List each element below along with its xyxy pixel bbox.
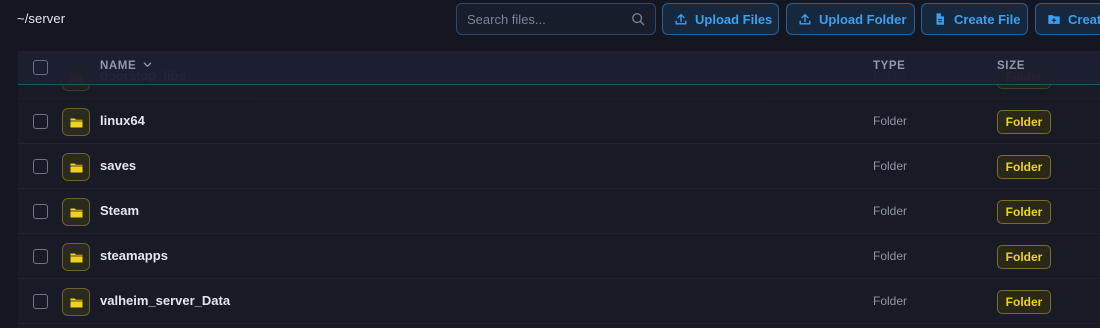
type-column-header[interactable]: TYPE — [873, 60, 905, 72]
size-badge: Folder — [997, 110, 1051, 134]
file-type: Folder — [873, 204, 908, 218]
create-file-label: Create File — [954, 11, 1021, 27]
row-checkbox[interactable] — [33, 204, 48, 219]
file-type: Folder — [873, 159, 908, 173]
file-name[interactable]: steamapps — [100, 248, 168, 263]
search-box[interactable] — [456, 3, 656, 35]
folder-icon — [62, 243, 90, 271]
file-name[interactable]: valheim_server_Data — [100, 293, 230, 308]
row-checkbox[interactable] — [33, 114, 48, 129]
upload-icon — [675, 13, 687, 25]
file-type: Folder — [873, 114, 908, 128]
file-name[interactable]: saves — [100, 158, 136, 173]
create-folder-label: Create Folder — [1068, 11, 1100, 27]
current-path: ~/server — [17, 11, 66, 26]
table-header: NAME TYPE SIZE — [18, 51, 1100, 85]
file-name[interactable]: linux64 — [100, 113, 145, 128]
create-file-button[interactable]: Create File — [921, 3, 1028, 35]
folder-plus-icon — [1048, 15, 1060, 24]
size-badge: Folder — [997, 245, 1051, 269]
row-checkbox[interactable] — [33, 294, 48, 309]
size-badge: Folder — [997, 155, 1051, 179]
row-checkbox[interactable] — [33, 249, 48, 264]
table-row[interactable]: valheim_server_Data Folder Folder — [18, 279, 1100, 324]
folder-icon — [62, 108, 90, 136]
table-row[interactable]: steamapps Folder Folder — [18, 234, 1100, 279]
table-row[interactable]: linux64 Folder Folder — [18, 99, 1100, 144]
size-badge: Folder — [997, 200, 1051, 224]
table-row[interactable]: Steam Folder Folder — [18, 189, 1100, 234]
upload-files-button[interactable]: Upload Files — [662, 3, 779, 35]
file-icon — [936, 13, 944, 25]
create-folder-button[interactable]: Create Folder — [1035, 3, 1100, 35]
upload-folder-label: Upload Folder — [819, 11, 907, 27]
upload-icon — [799, 13, 811, 25]
size-badge: Folder — [997, 290, 1051, 314]
upload-folder-button[interactable]: Upload Folder — [786, 3, 915, 35]
name-column-header[interactable]: NAME — [100, 60, 152, 72]
size-column-header[interactable]: SIZE — [997, 60, 1025, 72]
search-input[interactable] — [467, 4, 627, 34]
toolbar: ~/server Upload Files Upload Folder Crea… — [0, 0, 1100, 38]
file-type: Folder — [873, 294, 908, 308]
chevron-down-icon — [143, 62, 152, 67]
row-checkbox[interactable] — [33, 159, 48, 174]
folder-icon — [62, 288, 90, 316]
upload-files-label: Upload Files — [695, 11, 773, 27]
table-row[interactable]: saves Folder Folder — [18, 144, 1100, 189]
file-name[interactable]: Steam — [100, 203, 139, 218]
search-icon[interactable] — [631, 12, 645, 26]
folder-icon — [62, 153, 90, 181]
file-type: Folder — [873, 249, 908, 263]
file-table: NAME TYPE SIZE doorstop_libsFolderFolder… — [18, 51, 1100, 328]
name-column-label: NAME — [100, 60, 137, 72]
select-all-checkbox[interactable] — [33, 60, 48, 75]
folder-icon — [62, 198, 90, 226]
